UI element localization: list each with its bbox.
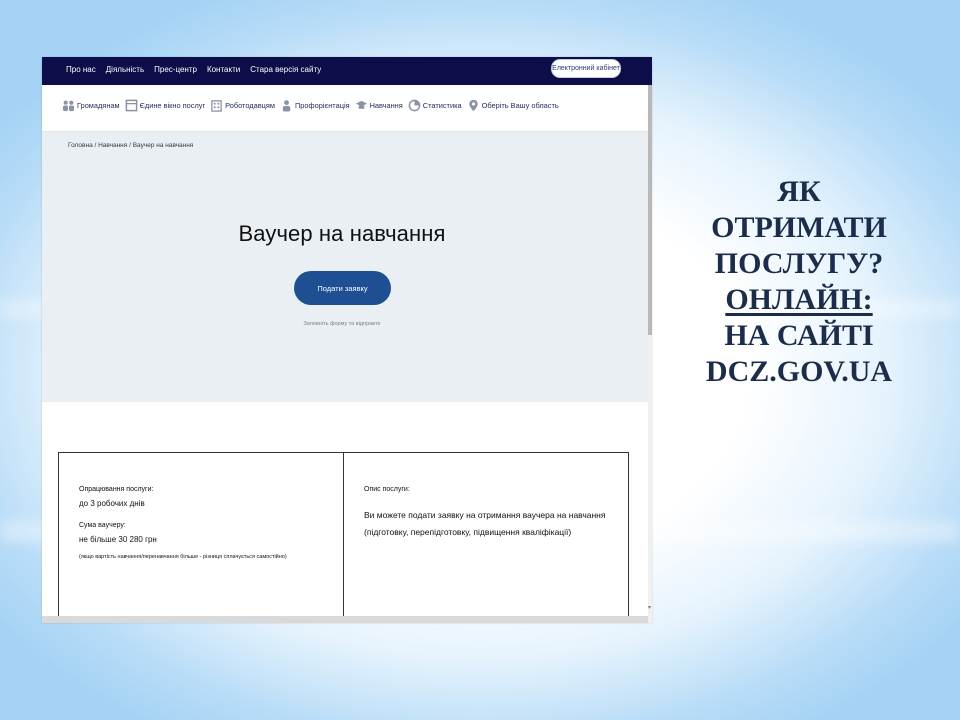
location-pin-icon xyxy=(468,99,478,112)
section-career-guidance[interactable]: Профорієнтація xyxy=(280,99,350,112)
amount-note: (якщо вартість навчання/перенавчання біл… xyxy=(79,554,287,560)
amount-label: Сума ваучеру: xyxy=(79,522,126,529)
pie-chart-icon xyxy=(408,99,421,112)
building-icon xyxy=(211,100,222,112)
person-icon xyxy=(282,100,291,112)
section-citizens[interactable]: Громадянам xyxy=(62,99,120,112)
website-screenshot: Про нас Діяльність Прес-центр Контакти С… xyxy=(42,57,652,623)
section-career-guidance-label: Профорієнтація xyxy=(294,101,350,110)
vertical-scrollbar[interactable] xyxy=(648,85,652,623)
description-text: Ви можете подати заявку на отримання вау… xyxy=(364,510,606,537)
people-icon xyxy=(62,100,75,112)
section-one-window[interactable]: Єдине вікно послуг xyxy=(125,99,206,112)
breadcrumb[interactable]: Головна / Навчання / Ваучер на навчання xyxy=(68,142,193,149)
section-employers[interactable]: Роботодавцям xyxy=(210,99,275,112)
top-nav-bar: Про нас Діяльність Прес-центр Контакти С… xyxy=(42,57,652,85)
page-title: Ваучер на навчання xyxy=(238,221,446,246)
apply-hint: Заповніть форму та відправте xyxy=(303,321,381,327)
heading-line: ОТРИМАТИ xyxy=(711,211,887,244)
amount-value: не більше 30 280 грн xyxy=(79,535,157,544)
top-nav-press[interactable]: Прес-центр xyxy=(154,65,197,74)
scroll-down-arrow-icon[interactable]: ▾ xyxy=(648,604,651,611)
service-info-table: Опрацювання послуги: до 3 робочих днів С… xyxy=(58,452,629,617)
section-citizens-label: Громадянам xyxy=(77,101,120,110)
heading-line: ЯК xyxy=(777,175,821,208)
heading-line: НА САЙТІ xyxy=(724,319,874,352)
scrollbar-thumb[interactable] xyxy=(648,85,652,335)
processing-value: до 3 робочих днів xyxy=(79,499,145,508)
section-statistics[interactable]: Статистика xyxy=(408,99,462,112)
section-employers-label: Роботодавцям xyxy=(225,101,275,110)
description-label: Опис послуги: xyxy=(364,486,410,493)
service-terms: Опрацювання послуги: до 3 робочих днів С… xyxy=(79,486,287,560)
window-icon xyxy=(125,99,137,112)
top-nav-old-site[interactable]: Стара версія сайту xyxy=(250,65,321,74)
apply-button[interactable]: Подати заявку xyxy=(294,271,391,305)
section-nav: Громадянам Єдине вікно послуг Роботодавц… xyxy=(42,85,652,132)
slide-heading: ЯК ОТРИМАТИ ПОСЛУГУ? ОНЛАЙН: НА САЙТІ DC… xyxy=(668,174,930,390)
section-education-label: Навчання xyxy=(369,101,403,110)
section-region[interactable]: Оберіть Вашу область xyxy=(467,99,559,112)
heading-line-underlined: ОНЛАЙН: xyxy=(725,283,873,316)
hero-section: Головна / Навчання / Ваучер на навчання … xyxy=(42,132,652,402)
electronic-cabinet-button[interactable]: Електронний кабінет xyxy=(551,59,621,78)
top-nav-about[interactable]: Про нас xyxy=(66,65,96,74)
heading-line: ПОСЛУГУ? xyxy=(714,247,884,280)
top-nav: Про нас Діяльність Прес-центр Контакти С… xyxy=(66,65,321,74)
horizontal-scrollbar[interactable] xyxy=(42,616,648,623)
section-region-label: Оберіть Вашу область xyxy=(481,101,559,110)
graduation-cap-icon xyxy=(355,100,367,109)
top-nav-activity[interactable]: Діяльність xyxy=(106,65,144,74)
table-divider xyxy=(343,453,344,617)
heading-line: DCZ.GOV.UA xyxy=(705,355,893,388)
service-description: Опис послуги: Ви можете подати заявку на… xyxy=(364,486,614,541)
section-statistics-label: Статистика xyxy=(422,101,462,110)
top-nav-contacts[interactable]: Контакти xyxy=(207,65,240,74)
processing-label: Опрацювання послуги: xyxy=(79,486,154,493)
section-education[interactable]: Навчання xyxy=(355,99,403,112)
section-one-window-label: Єдине вікно послуг xyxy=(139,101,206,110)
